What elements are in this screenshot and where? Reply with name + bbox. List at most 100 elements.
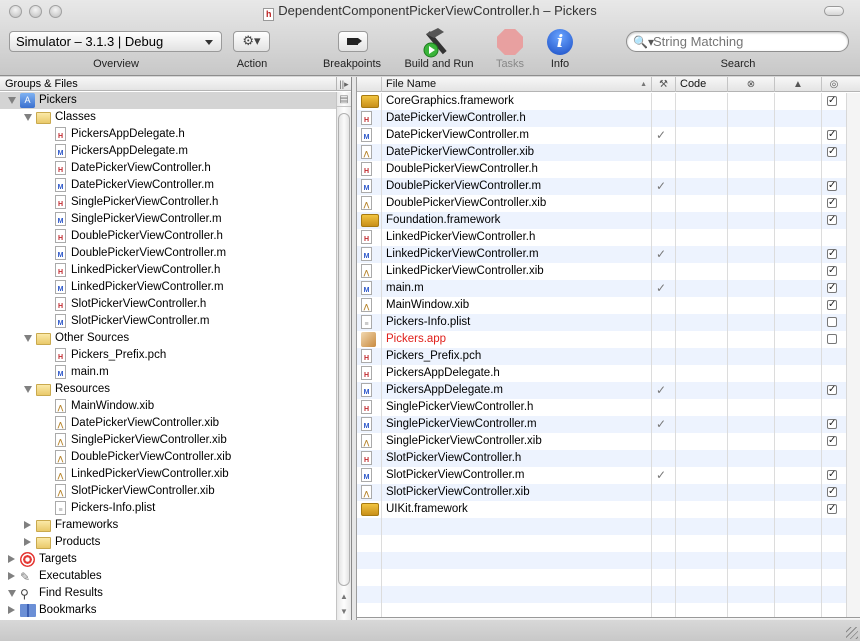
column-header-code[interactable]: Code [675,77,727,92]
target-membership-checkbox[interactable]: ✓ [827,215,837,225]
target-membership-checkbox[interactable]: ✓ [827,266,837,276]
tree-item[interactable]: H SinglePickerViewController.h [0,194,336,211]
tree-item[interactable]: Targets [0,551,336,568]
tree-item[interactable]: Frameworks [0,517,336,534]
split-view-button[interactable]: ||▸ [336,77,351,91]
file-row[interactable]: Foundation.framework ✓ [357,212,846,229]
target-membership-checkbox[interactable]: ✓ [827,147,837,157]
tree-item[interactable]: A Pickers [0,92,336,109]
file-row[interactable]: ⋀ DoublePickerViewController.xib ✓ [357,195,846,212]
target-membership-checkbox[interactable]: ✓ [827,283,837,293]
target-membership-checkbox[interactable]: ✓ [827,300,837,310]
target-membership-checkbox[interactable]: ✓ [827,385,837,395]
file-row[interactable]: ⋀ SlotPickerViewController.xib ✓ [357,484,846,501]
file-row[interactable]: ⋀ DatePickerViewController.xib ✓ [357,144,846,161]
file-row[interactable]: H PickersAppDelegate.h [357,365,846,382]
tree-item[interactable]: H SlotPickerViewController.h [0,296,336,313]
build-and-run-icon[interactable] [420,26,456,58]
file-row[interactable]: H LinkedPickerViewController.h [357,229,846,246]
toolbar-toggle-button[interactable] [824,6,844,16]
file-row[interactable]: ⋀ LinkedPickerViewController.xib ✓ [357,263,846,280]
tree-item[interactable]: M SinglePickerViewController.m [0,211,336,228]
file-row[interactable]: ⋀ SinglePickerViewController.xib ✓ [357,433,846,450]
file-row[interactable]: H DatePickerViewController.h [357,110,846,127]
groups-scrollbar[interactable]: ▤ ▲ ▼ [336,92,351,620]
tree-item[interactable]: ✎ Executables [0,568,336,585]
tree-item[interactable]: M PickersAppDelegate.m [0,143,336,160]
disclosure-closed-icon[interactable] [8,606,15,614]
tree-item[interactable]: M DatePickerViewController.m [0,177,336,194]
resize-grip-icon[interactable] [846,627,858,639]
tree-item[interactable]: ⋀ SlotPickerViewController.xib [0,483,336,500]
file-row[interactable]: M LinkedPickerViewController.m ✓ ✓ [357,246,846,263]
file-row[interactable]: M SlotPickerViewController.m ✓ ✓ [357,467,846,484]
target-membership-checkbox[interactable]: ✓ [827,436,837,446]
target-membership-checkbox[interactable]: ✓ [827,198,837,208]
tree-item[interactable]: Classes [0,109,336,126]
disclosure-open-icon[interactable] [24,386,32,393]
file-row[interactable]: Mmain.m ✓ ✓ [357,280,846,297]
file-row[interactable]: Pickers.app [357,331,846,348]
action-button[interactable]: ⚙▾ [233,31,270,52]
scroll-up-arrow[interactable]: ▲ [337,590,351,604]
file-row[interactable]: M DoublePickerViewController.m ✓ ✓ [357,178,846,195]
file-row[interactable]: H SlotPickerViewController.h [357,450,846,467]
tree-item[interactable]: Resources [0,381,336,398]
column-header-warnings[interactable]: ▲ [774,77,821,92]
column-header-icon[interactable] [357,77,381,92]
file-row[interactable]: M SinglePickerViewController.m ✓ ✓ [357,416,846,433]
tree-item[interactable]: ⋀ MainWindow.xib [0,398,336,415]
stop-tasks-icon[interactable] [497,29,523,55]
target-membership-checkbox[interactable]: ✓ [827,96,837,106]
tree-item[interactable]: ⋀ SinglePickerViewController.xib [0,432,336,449]
disclosure-open-icon[interactable] [8,590,16,597]
tree-item[interactable]: ⋀ LinkedPickerViewController.xib [0,466,336,483]
overview-popup[interactable]: Simulator – 3.1.3 | Debug [9,31,222,52]
tree-item[interactable]: H LinkedPickerViewController.h [0,262,336,279]
tree-item[interactable]: H PickersAppDelegate.h [0,126,336,143]
tree-item[interactable]: Mmain.m [0,364,336,381]
tree-item[interactable]: M SlotPickerViewController.m [0,313,336,330]
breakpoints-button[interactable] [338,31,368,52]
tree-item[interactable]: M LinkedPickerViewController.m [0,279,336,296]
disclosure-closed-icon[interactable] [24,538,31,546]
tree-item[interactable]: M DoublePickerViewController.m [0,245,336,262]
file-row[interactable]: H SinglePickerViewController.h [357,399,846,416]
file-row[interactable]: ≡ Pickers-Info.plist [357,314,846,331]
target-membership-checkbox[interactable] [827,334,837,344]
scroll-down-arrow[interactable]: ▼ [337,605,351,619]
column-header-file-name[interactable]: File Name ▲ [381,77,651,92]
collapse-icon[interactable]: ▤ [337,92,351,107]
tree-item[interactable]: H DoublePickerViewController.h [0,228,336,245]
search-field[interactable]: 🔍▾ [626,31,849,52]
file-row[interactable]: H Pickers_Prefix.pch [357,348,846,365]
target-membership-checkbox[interactable]: ✓ [827,470,837,480]
search-input[interactable] [653,34,838,49]
target-membership-checkbox[interactable]: ✓ [827,249,837,259]
tree-item[interactable]: Other Sources [0,330,336,347]
target-membership-checkbox[interactable]: ✓ [827,487,837,497]
disclosure-open-icon[interactable] [24,335,32,342]
tree-item[interactable]: ⋀ DoublePickerViewController.xib [0,449,336,466]
disclosure-open-icon[interactable] [24,114,32,121]
disclosure-closed-icon[interactable] [8,555,15,563]
file-row[interactable]: M PickersAppDelegate.m ✓ ✓ [357,382,846,399]
disclosure-open-icon[interactable] [8,97,16,104]
target-membership-checkbox[interactable]: ✓ [827,419,837,429]
disclosure-closed-icon[interactable] [24,521,31,529]
column-header-target[interactable]: ◎ [821,77,846,92]
target-membership-checkbox[interactable]: ✓ [827,130,837,140]
scrollbar-thumb[interactable] [338,113,350,586]
tree-item[interactable]: H DatePickerViewController.h [0,160,336,177]
tree-item[interactable]: ⋀ DatePickerViewController.xib [0,415,336,432]
tree-item[interactable]: Products [0,534,336,551]
target-membership-checkbox[interactable] [827,317,837,327]
column-header-build[interactable]: ⚒ [651,77,675,92]
tree-item[interactable]: ≡ Pickers-Info.plist [0,500,336,517]
column-header-errors[interactable]: ⊗ [727,77,774,92]
tree-item[interactable]: ⚲ Find Results [0,585,336,602]
target-membership-checkbox[interactable]: ✓ [827,181,837,191]
file-row[interactable]: H DoublePickerViewController.h [357,161,846,178]
target-membership-checkbox[interactable]: ✓ [827,504,837,514]
file-row[interactable]: UIKit.framework ✓ [357,501,846,518]
